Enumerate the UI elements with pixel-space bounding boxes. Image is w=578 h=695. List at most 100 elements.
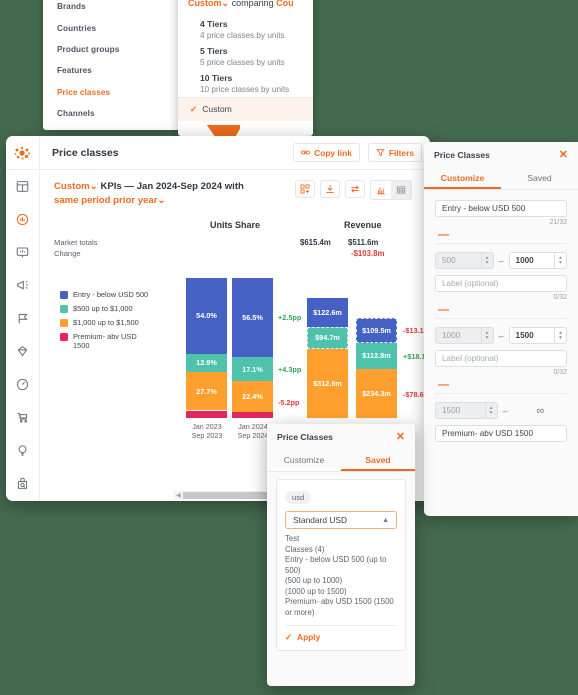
option-line: Classes (4) (285, 544, 325, 554)
nav-item-price-classes[interactable]: Price classes (57, 82, 185, 103)
saved-select[interactable]: Standard USD ▲ (285, 511, 397, 529)
swap-axis-icon[interactable] (345, 180, 365, 198)
col-header-revenue: Revenue (344, 220, 382, 230)
tier-option-title: 10 Tiers (200, 73, 233, 83)
table-view-icon[interactable] (391, 181, 411, 199)
add-widget-icon[interactable] (295, 180, 315, 198)
tier-option-custom[interactable]: ✓ Custom (178, 97, 313, 121)
nav-item-features[interactable]: Features (57, 60, 185, 81)
insight-icon[interactable] (6, 434, 39, 467)
tiers-selector-label[interactable]: Custom (188, 0, 222, 8)
option-line: (1000 up to 1500) (285, 586, 347, 596)
check-icon: ✓ (190, 104, 198, 114)
minus-icon[interactable]: — (438, 230, 567, 241)
revenue-current-mid: $112.8m (356, 343, 397, 369)
range-from-input-1[interactable]: 500 ▲ ▼ (435, 252, 494, 269)
stepper-icon[interactable]: ▲ ▼ (554, 328, 566, 343)
app-topbar: Price classes Copy link Filters (40, 136, 430, 170)
range-from-value: 500 (442, 256, 456, 265)
legend-swatch-upper (60, 319, 68, 327)
bag-search-icon[interactable] (6, 467, 39, 500)
class-label-input-2[interactable]: Label (optional) (435, 350, 567, 367)
tab-customize[interactable]: Customize (267, 451, 341, 471)
tier-option-5[interactable]: 5 Tiers 5 price classes by units (178, 43, 313, 70)
close-icon[interactable]: ✕ (559, 150, 568, 161)
range-from-input-2[interactable]: 1000 ▲ ▼ (435, 327, 494, 344)
apply-button[interactable]: ✓ Apply (285, 625, 397, 642)
tab-saved[interactable]: Saved (341, 451, 415, 471)
saved-select-value: Standard USD (293, 515, 347, 525)
price-classes-customize-panel: Price Classes ✕ Customize Saved Entry - … (424, 142, 578, 516)
chevron-down-icon[interactable]: ⌄ (90, 181, 98, 192)
cart-icon[interactable] (6, 401, 39, 434)
class-label-input-entry[interactable]: Entry - below USD 500 (435, 200, 567, 217)
download-icon[interactable] (320, 180, 340, 198)
dialog-tabs: Customize Saved (267, 451, 415, 472)
nav-item-channels[interactable]: Channels (57, 103, 185, 124)
revenue-current-upper: $234.3m (356, 368, 397, 418)
units-prior-mid: 12.9% (186, 353, 227, 372)
presentation-icon[interactable] (6, 236, 39, 269)
class-label-input-1[interactable]: Label (optional) (435, 275, 567, 292)
chevron-up-icon[interactable]: ▲ (382, 517, 389, 524)
comparing-value[interactable]: Cou (276, 0, 294, 8)
range-row-2: 1000 ▲ ▼ – 1500 ▲ ▼ (435, 327, 568, 344)
legend-swatch-mid (60, 305, 68, 313)
megaphone-icon[interactable] (6, 269, 39, 302)
app-logo[interactable] (6, 136, 39, 170)
chevron-down-icon[interactable]: ⌄ (157, 195, 165, 206)
option-line: Test (285, 534, 300, 543)
class-label-input-premium[interactable]: Premium- abv USD 1500 (435, 425, 567, 442)
range-dash: – (502, 405, 508, 416)
range-to-input-2[interactable]: 1500 ▲ ▼ (508, 327, 568, 344)
minus-icon[interactable]: — (438, 380, 567, 391)
nav-item-countries[interactable]: Countries (57, 17, 185, 38)
kpi-comparison-selector[interactable]: same period prior year (54, 195, 157, 206)
bar-chart-icon[interactable] (371, 181, 391, 199)
dashboard-icon[interactable] (6, 170, 39, 203)
revenue-bar-prior[interactable]: $122.6m $94.7m $312.9m (307, 298, 348, 418)
range-from-input-3[interactable]: 1500 ▲ ▼ (435, 402, 498, 419)
flag-icon[interactable] (6, 302, 39, 335)
speedometer-icon[interactable] (6, 368, 39, 401)
filters-button[interactable]: Filters (367, 143, 422, 162)
units-current-premium (232, 412, 273, 418)
copy-link-button[interactable]: Copy link (293, 143, 360, 162)
legend-label: $500 up to $1,000 (73, 304, 133, 313)
stepper-icon[interactable]: ▲ ▼ (484, 403, 497, 418)
chart-legend: Entry - below USD 500 $500 up to $1,000 … (60, 290, 152, 355)
range-to-input-1[interactable]: 1000 ▲ ▼ (508, 252, 568, 269)
kpi-scope-selector[interactable]: Custom (54, 181, 90, 192)
scroll-left-icon[interactable]: ◀ (174, 492, 183, 499)
tab-customize[interactable]: Customize (424, 169, 501, 189)
totals-row-label: Market totals (54, 238, 98, 247)
analytics-icon[interactable] (6, 203, 39, 236)
kpi-period-label: KPIs — Jan 2024-Sep 2024 with (100, 181, 244, 192)
stepper-icon[interactable]: ▲ ▼ (480, 328, 493, 343)
units-bar-current[interactable]: 56.5% 17.1% 22.4% (232, 278, 273, 418)
tiers-dropdown: Custom⌄ comparing Cou 4 Tiers 4 price cl… (178, 0, 313, 136)
tier-option-4[interactable]: 4 Tiers 4 price classes by units (178, 16, 313, 43)
revenue-bar-current[interactable]: $109.5m $112.8m $234.3m (356, 318, 397, 418)
legend-item: Premium- abv USD 1500 (60, 332, 152, 350)
saved-chip[interactable]: usd (285, 491, 312, 504)
stepper-icon[interactable]: ▲ ▼ (480, 253, 493, 268)
copy-link-label: Copy link (314, 147, 352, 158)
tier-option-10[interactable]: 10 Tiers 10 price classes by units (178, 70, 313, 97)
tier-option-subtitle: 5 price classes by units (200, 58, 285, 67)
col-header-units-share: Units Share (210, 220, 261, 230)
stepper-icon[interactable]: ▲ ▼ (554, 253, 566, 268)
saved-selection-card: usd Standard USD ▲ Test Classes (4) Entr… (276, 479, 406, 651)
chevron-down-icon[interactable]: ⌄ (222, 0, 230, 8)
kpi-selector-line: Custom⌄ KPIs — Jan 2024-Sep 2024 with sa… (54, 180, 284, 208)
nav-item-brands[interactable]: Brands (57, 0, 185, 17)
diamond-icon[interactable] (6, 335, 39, 368)
units-bar-prior[interactable]: 54.0% 12.9% 27.7% (186, 278, 227, 418)
units-total-value: $615.4m (300, 238, 331, 247)
close-icon[interactable]: ✕ (396, 432, 405, 443)
tab-saved[interactable]: Saved (501, 169, 578, 189)
nav-item-first-activity[interactable]: First activity (57, 124, 185, 130)
nav-item-product-groups[interactable]: Product groups (57, 39, 185, 60)
dialog-header: Price Classes ✕ (267, 424, 415, 443)
minus-icon[interactable]: — (438, 305, 567, 316)
